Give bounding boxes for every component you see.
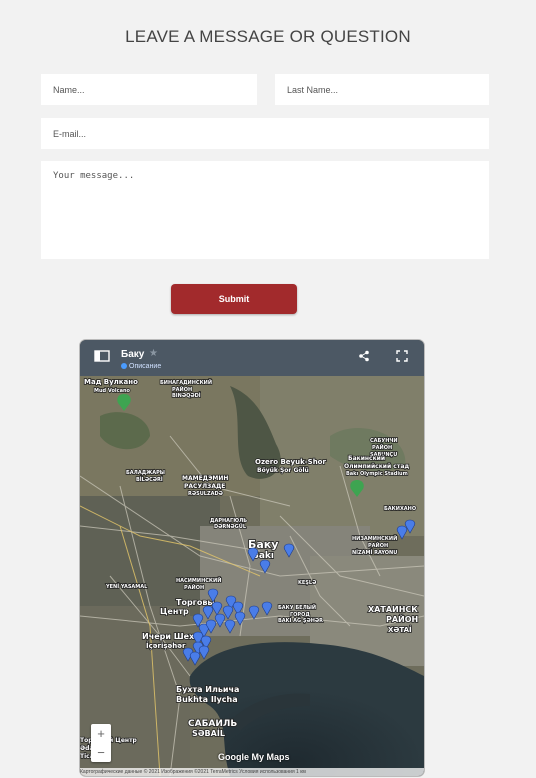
map-label: РАЙОН [172,385,192,393]
embedded-map[interactable]: Баку ★ Описание Мад Вулкано Mud Volcano … [80,340,424,776]
submit-button[interactable]: Submit [171,284,297,314]
share-icon[interactable] [358,350,370,362]
fullscreen-icon[interactable] [396,350,408,362]
map-label: Ozero Beyuk-Shor [255,458,326,466]
map-label: НАСИМИНСКИЙ [176,576,221,584]
map-label: САБАИЛЬ [188,719,237,729]
map-label: РАЙОН [184,583,204,591]
map-label: XƏTAİ [388,625,412,634]
zoom-out-button[interactable]: − [91,743,111,762]
map-header: Баку ★ Описание [80,340,424,376]
map-label: РАСУЛЗАДЕ [184,483,225,490]
map-description-label: Описание [129,363,162,370]
map-label: НИЗАМИНСКИЙ [352,534,397,542]
map-attribution[interactable]: Картографические данные © 2021 Изображен… [80,768,424,776]
map-description-link[interactable]: Описание [121,363,161,370]
google-my-maps-logo: Google My Maps [218,752,290,762]
map-label: İçərişəhər [146,641,186,650]
name-input[interactable] [41,74,257,105]
zoom-control: + − [91,724,111,762]
map-label: RƏSULZADƏ [188,491,223,497]
map-label: Олимпийский стад [344,463,409,470]
map-label: РАЙОН [386,613,418,624]
message-textarea[interactable] [41,161,489,259]
map-label: ХАТАИНСК [368,605,418,614]
map-label: DƏRNƏGÜL [214,523,247,530]
zoom-in-button[interactable]: + [91,724,111,743]
map-label: БАКИХАНО [384,506,416,512]
map-label: САБУНЧИ [370,438,398,444]
map-label: Böyük Şor Gölü [257,467,309,474]
map-label: BİLƏCƏRİ [136,476,163,483]
map-label: BINƏQƏDİ [172,392,201,399]
map-label: NİZAMİ RAYONU [352,549,397,556]
map-label: YENİ YASAMAL [105,583,148,590]
form-title: LEAVE A MESSAGE OR QUESTION [125,27,411,46]
map-label: Бакинский [348,455,385,462]
map-label: БАКУ БЕЛЫЙ [278,603,316,611]
last-name-input[interactable] [275,74,489,105]
satellite-map-view[interactable]: Мад Вулкано Mud Volcano БИНАГАДИНСКИЙ РА… [80,376,424,776]
map-label: Mud Volcano [94,388,130,394]
map-label: Центр [160,607,189,616]
map-label: БИНАГАДИНСКИЙ [160,378,212,386]
info-icon [121,363,127,370]
map-label: Bukhta Ilycha [176,695,238,704]
map-label: МАМЕДЭМИН [182,475,228,482]
map-label: РАЙОН [372,443,392,451]
map-label: KEŞLƏ [298,580,316,586]
map-label: Bakı Olympic Stadium [346,471,408,477]
map-label: SƏBAİL [192,728,225,738]
sidebar-toggle-icon[interactable] [94,350,110,362]
map-title: Баку [121,349,145,360]
map-label: BAKI AĞ ŞƏHƏR [278,617,323,624]
map-label: БАЛАДЖАРЫ [126,470,165,476]
email-input[interactable] [41,118,489,149]
star-icon[interactable]: ★ [149,348,158,359]
map-label: Торговы [176,598,215,607]
map-label: Бухта Ильича [176,685,239,694]
map-label: РАЙОН [368,541,388,549]
map-label: Мад Вулкано [84,378,138,386]
map-label: Ичери Шехе [142,632,200,641]
